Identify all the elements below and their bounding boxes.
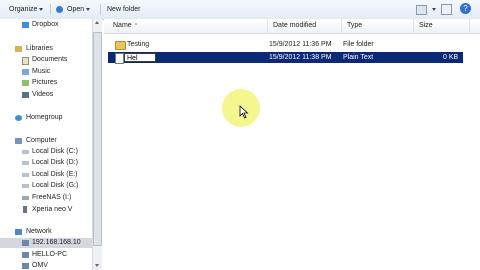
dropbox-icon bbox=[22, 22, 29, 28]
homegroup-icon bbox=[15, 115, 22, 121]
nav-item-label: Music bbox=[32, 68, 51, 75]
chevron-down-icon bbox=[39, 7, 44, 11]
documents-icon bbox=[22, 57, 29, 65]
help-icon[interactable]: ? bbox=[460, 3, 471, 14]
column-size[interactable]: Size bbox=[414, 19, 470, 33]
network-icon bbox=[15, 229, 22, 235]
column-date-label: Date modified bbox=[273, 22, 317, 29]
scroll-down-arrow-icon[interactable] bbox=[95, 264, 99, 267]
network-computer-icon bbox=[22, 252, 29, 258]
nav-item-computer[interactable]: Computer bbox=[0, 136, 92, 146]
nav-item-pictures[interactable]: Pictures bbox=[0, 78, 92, 88]
nav-item-label: Network bbox=[26, 228, 52, 235]
nav-item-label: Documents bbox=[32, 56, 68, 63]
file-type: File folder bbox=[343, 41, 374, 48]
open-icon bbox=[56, 6, 63, 13]
file-row-selected[interactable]: Hel 15/9/2012 11:38 PM Plain Text 0 KB bbox=[108, 52, 463, 64]
file-size: 0 KB bbox=[443, 54, 459, 61]
drive-icon bbox=[22, 161, 29, 165]
pictures-icon bbox=[22, 80, 29, 86]
nav-item-label: HELLO-PC bbox=[32, 251, 68, 258]
nav-item-label: Local Disk (D:) bbox=[32, 159, 78, 166]
nav-item-xperia[interactable]: Xperia neo V bbox=[0, 205, 92, 215]
command-bar: Organize Open New folder ? bbox=[0, 0, 480, 20]
nav-item-local-disk-e[interactable]: Local Disk (E:) bbox=[0, 170, 92, 180]
nav-item-network[interactable]: Network bbox=[0, 227, 92, 237]
scrollbar-thumb[interactable] bbox=[93, 32, 102, 246]
column-type-label: Type bbox=[347, 22, 363, 29]
column-name-label: Name bbox=[113, 22, 132, 29]
nav-item-videos[interactable]: Videos bbox=[0, 90, 92, 100]
file-name: Testing bbox=[127, 41, 150, 48]
drive-icon bbox=[22, 173, 29, 177]
nav-item-omv[interactable]: OMV bbox=[0, 261, 92, 270]
nav-item-freenas[interactable]: FreeNAS (I:) bbox=[0, 193, 92, 203]
open-button[interactable]: Open bbox=[56, 5, 91, 15]
nav-item-hello-pc[interactable]: HELLO-PC bbox=[0, 250, 92, 260]
nav-item-local-disk-c[interactable]: Local Disk (C:) bbox=[0, 147, 92, 157]
nav-item-label: Pictures bbox=[32, 79, 58, 86]
file-row-testing[interactable]: Testing 15/9/2012 11:36 PM File folder bbox=[108, 39, 463, 50]
network-computer-icon bbox=[22, 240, 29, 246]
nav-item-libraries[interactable]: Libraries bbox=[0, 44, 92, 54]
chevron-down-icon[interactable] bbox=[432, 8, 436, 11]
mouse-pointer-icon bbox=[239, 105, 249, 119]
network-drive-icon bbox=[22, 196, 29, 200]
text-file-icon bbox=[115, 53, 124, 64]
toolbar-divider bbox=[100, 4, 101, 15]
nav-item-homegroup[interactable]: Homegroup bbox=[0, 113, 92, 123]
nav-item-label: Computer bbox=[26, 137, 57, 144]
organize-label: Organize bbox=[9, 6, 38, 13]
sort-arrow-icon: ^ bbox=[134, 23, 138, 29]
nav-item-label: Dropbox bbox=[32, 21, 59, 28]
nav-item-192-168-168-10[interactable]: 192.168.168.10 bbox=[0, 238, 92, 248]
nav-item-label: Local Disk (G:) bbox=[32, 182, 79, 189]
nav-item-local-disk-d[interactable]: Local Disk (D:) bbox=[0, 158, 92, 168]
nav-item-label: 192.168.168.10 bbox=[32, 239, 81, 246]
column-type[interactable]: Type bbox=[342, 19, 414, 33]
drive-icon bbox=[22, 184, 29, 188]
view-options-icon[interactable] bbox=[416, 5, 427, 15]
nav-item-label: Local Disk (E:) bbox=[32, 171, 78, 178]
videos-icon bbox=[22, 92, 29, 98]
file-date: 15/9/2012 11:36 PM bbox=[269, 41, 332, 48]
file-type: Plain Text bbox=[343, 54, 374, 61]
nav-item-documents[interactable]: Documents bbox=[0, 55, 92, 65]
nav-item-label: Homegroup bbox=[26, 114, 63, 121]
open-label: Open bbox=[67, 6, 85, 13]
computer-icon bbox=[15, 138, 22, 144]
column-name[interactable]: Name ^ bbox=[108, 19, 268, 33]
rename-input[interactable]: Hel bbox=[124, 53, 156, 62]
nav-item-local-disk-g[interactable]: Local Disk (G:) bbox=[0, 181, 92, 191]
folder-icon bbox=[115, 41, 126, 50]
chevron-down-icon bbox=[86, 7, 91, 11]
nav-item-label: Libraries bbox=[26, 45, 53, 52]
nav-item-label: Local Disk (C:) bbox=[32, 148, 78, 155]
nav-item-music[interactable]: Music bbox=[0, 67, 92, 77]
nav-item-label: Videos bbox=[32, 91, 54, 98]
scroll-up-arrow-icon[interactable] bbox=[95, 21, 99, 24]
drive-icon bbox=[22, 150, 29, 154]
preview-pane-icon[interactable] bbox=[441, 4, 452, 15]
nav-item-label: Xperia neo V bbox=[32, 206, 73, 213]
nav-item-dropbox[interactable]: Dropbox bbox=[0, 20, 92, 30]
file-date: 15/9/2012 11:38 PM bbox=[269, 54, 332, 61]
column-date-modified[interactable]: Date modified bbox=[268, 19, 342, 33]
phone-icon bbox=[23, 206, 27, 213]
rename-input-text: Hel bbox=[127, 55, 138, 62]
column-headers: Name ^ Date modified Type Size bbox=[104, 19, 480, 34]
nav-item-label: OMV bbox=[32, 262, 48, 269]
navigation-pane: Dropbox Libraries Documents Music Pictur… bbox=[0, 19, 92, 270]
column-size-label: Size bbox=[419, 22, 433, 29]
libraries-icon bbox=[15, 46, 22, 52]
network-computer-icon bbox=[22, 263, 29, 269]
music-icon bbox=[22, 69, 29, 75]
nav-item-label: FreeNAS (I:) bbox=[32, 194, 72, 201]
toolbar-divider bbox=[50, 4, 51, 15]
new-folder-button[interactable]: New folder bbox=[107, 5, 140, 15]
organize-menu[interactable]: Organize bbox=[9, 5, 44, 15]
new-folder-label: New folder bbox=[107, 6, 141, 13]
